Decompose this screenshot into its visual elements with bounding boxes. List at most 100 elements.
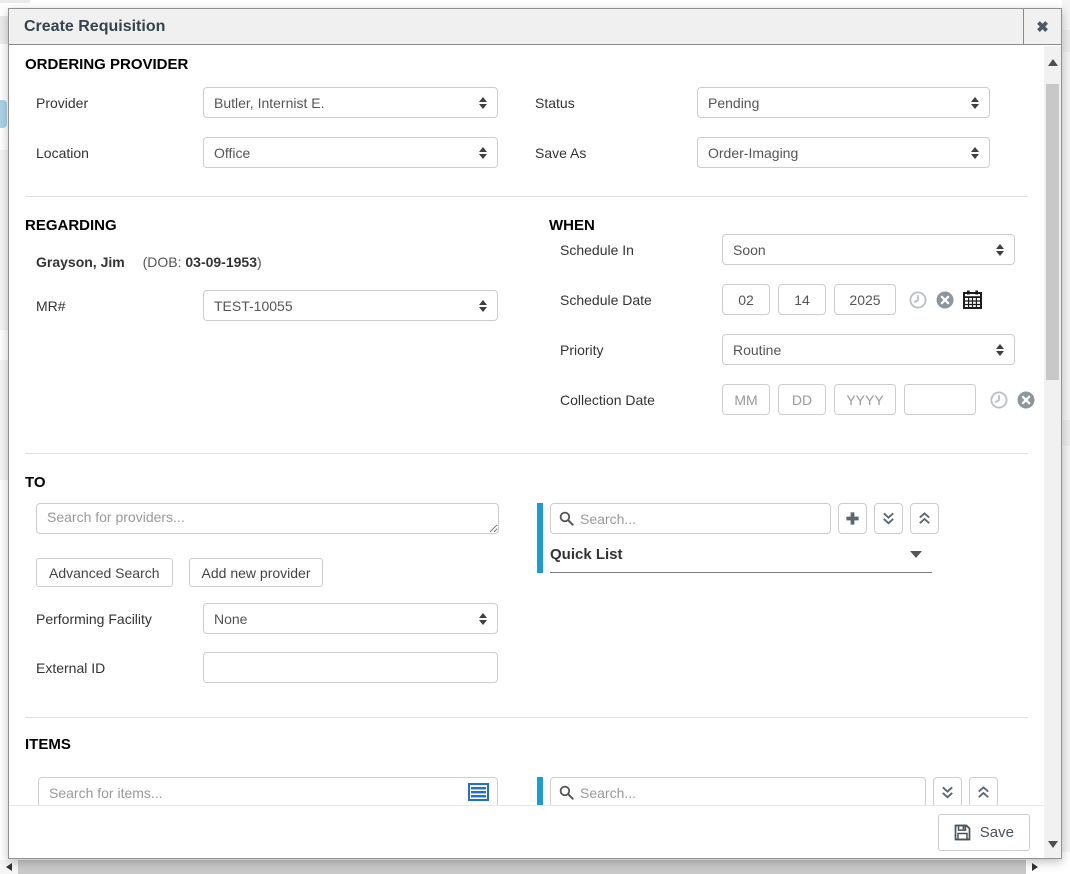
background-page-fragment	[0, 100, 7, 128]
quick-list-label: Quick List	[550, 546, 623, 563]
dob-label: (DOB:	[143, 254, 182, 270]
clear-date-icon[interactable]	[1017, 391, 1035, 409]
schedule-year-input[interactable]	[834, 284, 896, 315]
scrollbar-down-arrow[interactable]	[1044, 836, 1061, 852]
provider-search-input[interactable]	[36, 503, 499, 534]
schedule-day-input[interactable]	[778, 284, 826, 315]
provider-label: Provider	[25, 95, 203, 111]
background-page-fragment	[1063, 30, 1070, 52]
clear-date-icon[interactable]	[936, 291, 954, 309]
select-arrows-icon	[479, 97, 487, 109]
regarding-column: REGARDING Grayson, Jim (DOB: 03-09-1953)…	[25, 217, 537, 321]
dialog-header: Create Requisition ✖	[9, 9, 1061, 45]
background-page-fragment	[0, 150, 8, 330]
mr-select[interactable]: TEST-10055	[203, 290, 498, 321]
collapse-all-button[interactable]	[969, 777, 998, 808]
scrollbar-thumb[interactable]	[1046, 84, 1059, 380]
dob-value: 03-09-1953	[185, 254, 257, 270]
add-new-provider-button[interactable]: Add new provider	[189, 558, 324, 587]
double-chevron-up-icon	[976, 785, 991, 800]
select-arrows-icon	[996, 244, 1004, 256]
regarding-when-section: REGARDING Grayson, Jim (DOB: 03-09-1953)…	[25, 217, 1028, 415]
schedule-month-input[interactable]	[722, 284, 770, 315]
horizontal-scrollbar-left-arrow[interactable]	[0, 860, 18, 874]
expand-all-button[interactable]	[874, 503, 903, 534]
priority-select[interactable]: Routine	[722, 334, 1015, 365]
to-quick-search	[550, 503, 831, 534]
arrow-right-icon	[1032, 863, 1038, 871]
to-quick-panel: Quick List	[537, 503, 939, 573]
select-arrows-icon	[479, 613, 487, 625]
double-chevron-down-icon	[940, 785, 955, 800]
collection-month-input[interactable]	[722, 384, 770, 415]
background-page-fragment	[0, 0, 30, 3]
section-heading-to: TO	[25, 474, 1028, 491]
search-icon	[559, 511, 574, 526]
to-quick-search-input[interactable]	[580, 511, 822, 527]
priority-row: Priority Routine	[560, 334, 1044, 365]
patient-name: Grayson, Jim	[36, 254, 125, 270]
horizontal-scrollbar-right-arrow[interactable]	[1026, 860, 1044, 874]
save-as-select[interactable]: Order-Imaging	[697, 137, 990, 168]
item-search-input[interactable]	[38, 777, 498, 808]
select-arrows-icon	[996, 344, 1004, 356]
section-heading-when: WHEN	[549, 217, 1044, 234]
collection-time-input[interactable]	[904, 384, 976, 415]
to-section: Advanced Search Add new provider Perform…	[25, 503, 1028, 683]
items-quick-panel	[537, 777, 998, 808]
items-quick-search-input[interactable]	[580, 785, 917, 801]
background-page-fragment	[0, 16, 8, 44]
search-icon	[559, 785, 574, 800]
add-provider-list-button[interactable]	[838, 503, 867, 534]
arrow-down-icon	[1048, 841, 1058, 848]
items-section	[25, 777, 1028, 808]
location-label: Location	[25, 145, 203, 161]
dob-close: )	[257, 254, 262, 270]
save-icon	[954, 824, 971, 841]
performing-facility-select[interactable]: None	[203, 603, 498, 634]
background-page-fragment	[0, 360, 8, 480]
select-arrows-icon	[971, 97, 979, 109]
items-left-column	[25, 777, 499, 808]
section-divider	[25, 453, 1028, 454]
scrollbar-up-arrow[interactable]	[1044, 54, 1061, 70]
horizontal-scrollbar-track[interactable]	[18, 860, 1026, 874]
dialog-body: ORDERING PROVIDER Provider Butler, Inter…	[9, 46, 1044, 858]
quick-panel-accent-bar	[537, 503, 543, 573]
dialog-title: Create Requisition	[9, 9, 1023, 44]
schedule-in-select[interactable]: Soon	[722, 234, 1015, 265]
close-button[interactable]: ✖	[1023, 9, 1061, 45]
arrow-left-icon	[6, 863, 12, 871]
item-list-icon[interactable]	[468, 783, 489, 806]
calendar-icon[interactable]	[963, 290, 982, 309]
save-button[interactable]: Save	[938, 814, 1030, 851]
section-heading-ordering-provider: ORDERING PROVIDER	[25, 56, 1028, 73]
advanced-search-button[interactable]: Advanced Search	[36, 558, 173, 587]
collapse-all-button[interactable]	[910, 503, 939, 534]
arrow-up-icon	[1048, 59, 1058, 66]
clock-icon[interactable]	[990, 391, 1008, 409]
vertical-scrollbar[interactable]	[1044, 46, 1061, 858]
status-label: Status	[535, 95, 697, 111]
section-divider	[25, 717, 1028, 718]
section-heading-regarding: REGARDING	[25, 217, 537, 234]
provider-select[interactable]: Butler, Internist E.	[203, 87, 498, 118]
schedule-in-label: Schedule In	[560, 242, 722, 258]
expand-all-button[interactable]	[933, 777, 962, 808]
caret-down-icon	[910, 551, 922, 558]
close-icon: ✖	[1036, 20, 1049, 35]
collection-year-input[interactable]	[834, 384, 896, 415]
mr-label: MR#	[25, 298, 203, 314]
performing-facility-label: Performing Facility	[36, 611, 203, 627]
schedule-date-row: Schedule Date	[560, 284, 1044, 315]
external-id-input[interactable]	[203, 652, 498, 683]
status-select[interactable]: Pending	[697, 87, 990, 118]
collection-day-input[interactable]	[778, 384, 826, 415]
collection-date-row: Collection Date	[560, 384, 1044, 415]
quick-list-header[interactable]: Quick List	[550, 534, 932, 573]
select-arrows-icon	[971, 147, 979, 159]
section-heading-items: ITEMS	[25, 736, 1028, 753]
clock-icon[interactable]	[909, 291, 927, 309]
collection-date-label: Collection Date	[560, 392, 722, 408]
location-select[interactable]: Office	[203, 137, 498, 168]
